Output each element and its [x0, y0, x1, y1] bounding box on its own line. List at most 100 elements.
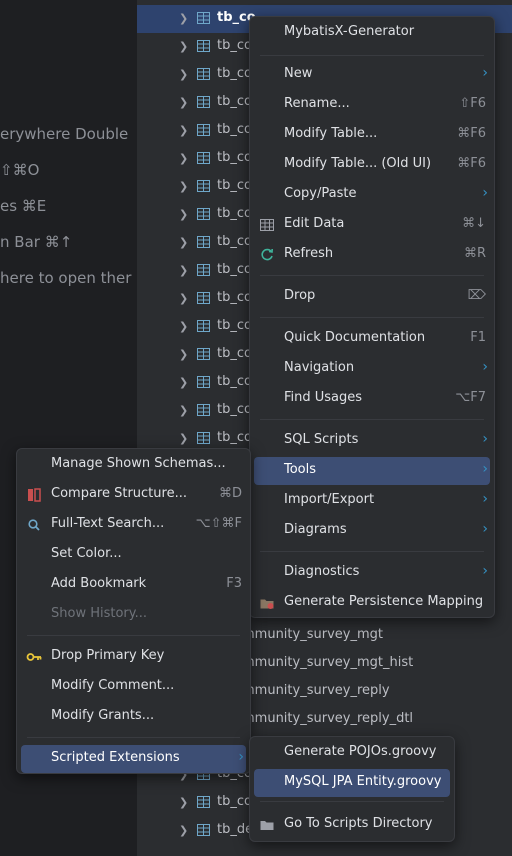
chevron-right-icon[interactable]: ❯: [179, 179, 189, 195]
menu-item-generate-pojos[interactable]: Generate POJOs.groovy: [254, 739, 450, 767]
menu-separator: [260, 275, 484, 276]
menu-item-navigation[interactable]: Navigation ›: [254, 355, 490, 383]
menu-item-label: Generate Persistence Mapping: [284, 594, 484, 609]
table-name: tb_co: [217, 402, 252, 417]
table-icon: [197, 68, 210, 80]
table-name: tb_co: [217, 346, 252, 361]
table-name: tb_co: [217, 66, 252, 81]
chevron-right-icon[interactable]: ❯: [179, 123, 189, 139]
menu-item-import-export[interactable]: Import/Export ›: [254, 487, 490, 515]
chevron-right-icon[interactable]: ❯: [179, 291, 189, 307]
menu-item-generate-persistence-mapping[interactable]: Generate Persistence Mapping: [254, 589, 490, 617]
menu-item-label: Full-Text Search...: [51, 516, 165, 531]
menu-item-modify-table-old-ui[interactable]: Modify Table... (Old UI) ⌘F6: [254, 151, 490, 179]
menu-item-copy-paste[interactable]: Copy/Paste ›: [254, 181, 490, 209]
menu-item-label: Diagnostics: [284, 564, 360, 579]
shortcut-label: ⌥F7: [455, 390, 486, 405]
scripted-extensions-submenu: Generate POJOs.groovy MySQL JPA Entity.g…: [249, 736, 455, 842]
chevron-right-icon[interactable]: ❯: [179, 319, 189, 335]
chevron-right-icon: ›: [482, 359, 488, 375]
menu-item-rename[interactable]: Rename... ⇧F6: [254, 91, 490, 119]
menu-item-label: Tools: [284, 462, 317, 477]
hint-goto-file: ⇧⌘O: [0, 161, 40, 179]
chevron-right-icon[interactable]: ❯: [179, 151, 189, 167]
table-icon: [197, 348, 210, 360]
menu-item-compare-structure[interactable]: Compare Structure... ⌘D: [21, 481, 246, 509]
chevron-right-icon: ›: [482, 563, 488, 579]
menu-item-label: Refresh: [284, 246, 334, 261]
menu-item-scripted-extensions[interactable]: Scripted Extensions ›: [21, 745, 246, 773]
menu-item-modify-grants[interactable]: Modify Grants...: [21, 703, 246, 731]
menu-item-drop-primary-key[interactable]: Drop Primary Key: [21, 643, 246, 671]
search-icon: [28, 519, 40, 531]
menu-item-tools[interactable]: Tools ›: [254, 457, 490, 485]
table-name: tb_co: [217, 318, 252, 333]
chevron-right-icon: ›: [238, 749, 244, 765]
shortcut-label: ⌘↓: [462, 216, 486, 231]
chevron-right-icon[interactable]: ❯: [179, 207, 189, 223]
compare-icon: [28, 488, 41, 502]
menu-item-label: Set Color...: [51, 546, 122, 561]
menu-item-edit-data[interactable]: Edit Data ⌘↓: [254, 211, 490, 239]
table-name: tb_co: [217, 150, 252, 165]
chevron-right-icon: ›: [482, 461, 488, 477]
chevron-right-icon[interactable]: ❯: [179, 263, 189, 279]
menu-item-modify-table[interactable]: Modify Table... ⌘F6: [254, 121, 490, 149]
menu-item-show-history: Show History...: [21, 601, 246, 629]
chevron-right-icon[interactable]: ❯: [179, 823, 189, 839]
table-icon: [197, 236, 210, 248]
table-name: tb_co: [217, 262, 252, 277]
menu-item-label: Modify Comment...: [51, 678, 175, 693]
menu-item-diagnostics[interactable]: Diagnostics ›: [254, 559, 490, 587]
menu-item-new[interactable]: New ›: [254, 61, 490, 89]
table-name: tb_co: [217, 206, 252, 221]
menu-item-add-bookmark[interactable]: Add Bookmark F3: [21, 571, 246, 599]
menu-separator: [260, 317, 484, 318]
chevron-right-icon[interactable]: ❯: [179, 795, 189, 811]
chevron-right-icon[interactable]: ❯: [179, 375, 189, 391]
table-name: tb_co: [217, 234, 252, 249]
menu-item-drop[interactable]: Drop ⌦: [254, 283, 490, 311]
menu-item-label: Copy/Paste: [284, 186, 357, 201]
chevron-right-icon[interactable]: ❯: [179, 11, 189, 27]
chevron-right-icon[interactable]: ❯: [179, 347, 189, 363]
table-icon: [197, 432, 210, 444]
tree-row-label[interactable]: mmunity_survey_reply: [242, 683, 390, 698]
chevron-right-icon[interactable]: ❯: [179, 67, 189, 83]
menu-item-full-text-search[interactable]: Full-Text Search... ⌥⇧⌘F: [21, 511, 246, 539]
menu-item-set-color[interactable]: Set Color...: [21, 541, 246, 569]
menu-item-quick-documentation[interactable]: Quick Documentation F1: [254, 325, 490, 353]
menu-item-label: Find Usages: [284, 390, 363, 405]
menu-item-label: MybatisX-Generator: [284, 24, 415, 39]
chevron-right-icon[interactable]: ❯: [179, 431, 189, 447]
tree-row-label[interactable]: mmunity_survey_reply_dtl: [242, 711, 413, 726]
hint-drop-files: here to open ther: [0, 269, 132, 287]
menu-item-mysql-jpa-entity[interactable]: MySQL JPA Entity.groovy: [254, 769, 450, 797]
chevron-right-icon[interactable]: ❯: [179, 235, 189, 251]
menu-item-label: Go To Scripts Directory: [284, 816, 433, 831]
menu-item-modify-comment[interactable]: Modify Comment...: [21, 673, 246, 701]
menu-separator: [260, 801, 444, 802]
shortcut-label: ⇧F6: [459, 96, 486, 111]
table-name: tb_co: [217, 94, 252, 109]
table-icon: [197, 404, 210, 416]
chevron-right-icon: ›: [482, 65, 488, 81]
context-menu: MybatisX-Generator New › Rename... ⇧F6 Mod…: [249, 16, 495, 618]
shortcut-label: ⌘F6: [457, 126, 486, 141]
menu-item-diagrams[interactable]: Diagrams ›: [254, 517, 490, 545]
table-icon: [197, 824, 210, 836]
menu-item-sql-scripts[interactable]: SQL Scripts ›: [254, 427, 490, 455]
chevron-right-icon[interactable]: ❯: [179, 39, 189, 55]
menu-item-mybatisx-generator[interactable]: MybatisX-Generator: [254, 19, 490, 47]
chevron-right-icon[interactable]: ❯: [179, 403, 189, 419]
tree-row-label[interactable]: mmunity_survey_mgt: [242, 627, 383, 642]
menu-item-go-to-scripts-directory[interactable]: Go To Scripts Directory: [254, 811, 450, 839]
menu-item-refresh[interactable]: Refresh ⌘R: [254, 241, 490, 269]
menu-item-find-usages[interactable]: Find Usages ⌥F7: [254, 385, 490, 413]
menu-item-label: Rename...: [284, 96, 350, 111]
tree-row-label[interactable]: mmunity_survey_mgt_hist: [242, 655, 413, 670]
shortcut-label: ⌘F6: [457, 156, 486, 171]
chevron-right-icon[interactable]: ❯: [179, 95, 189, 111]
menu-item-manage-shown-schemas[interactable]: Manage Shown Schemas...: [21, 451, 246, 479]
chevron-right-icon: ›: [482, 431, 488, 447]
